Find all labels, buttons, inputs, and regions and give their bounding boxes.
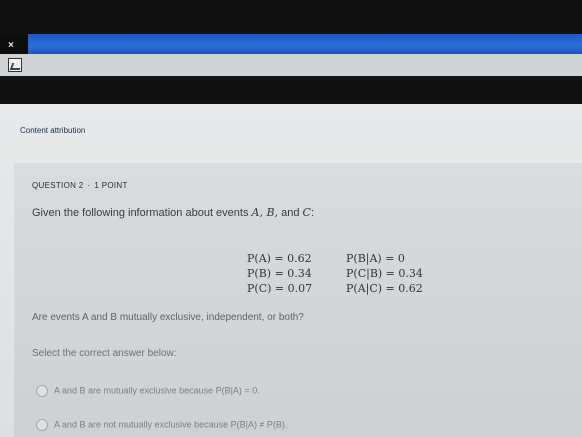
question-number: QUESTION 2 bbox=[32, 181, 84, 190]
given-right-row: P(A|C) = 0.62 bbox=[346, 282, 423, 295]
document-icon[interactable] bbox=[8, 58, 22, 72]
answer-option-2[interactable]: A and B are not mutually exclusive becau… bbox=[36, 419, 287, 431]
intro-last-event: C bbox=[302, 206, 311, 219]
intro-and: and bbox=[278, 207, 303, 219]
intro-events: A, B, bbox=[251, 206, 279, 219]
radio-button[interactable] bbox=[36, 385, 48, 397]
given-left-row: P(A) = 0.62 bbox=[247, 252, 312, 265]
intro-prefix: Given the following information about ev… bbox=[32, 207, 252, 219]
header-separator: · bbox=[87, 181, 91, 190]
question-intro: Given the following information about ev… bbox=[32, 206, 314, 219]
answer-option-1[interactable]: A and B are mutually exclusive because P… bbox=[36, 385, 260, 397]
question-points: 1 POINT bbox=[94, 181, 128, 190]
close-icon[interactable]: × bbox=[8, 40, 14, 51]
given-right-row: P(C|B) = 0.34 bbox=[346, 267, 423, 280]
question-header: QUESTION 2 · 1 POINT bbox=[32, 181, 128, 190]
browser-tab-strip bbox=[28, 34, 582, 54]
given-probabilities-left: P(A) = 0.62 P(B) = 0.34 P(C) = 0.07 bbox=[247, 251, 312, 296]
given-left-row: P(B) = 0.34 bbox=[247, 267, 312, 280]
dark-separator-band bbox=[0, 76, 582, 104]
given-probabilities-right: P(B|A) = 0 P(C|B) = 0.34 P(A|C) = 0.62 bbox=[346, 251, 423, 296]
answer-option-label: A and B are not mutually exclusive becau… bbox=[54, 419, 288, 430]
given-right-row: P(B|A) = 0 bbox=[346, 252, 405, 265]
content-attribution-link[interactable]: Content attribution bbox=[20, 126, 85, 135]
given-left-row: P(C) = 0.07 bbox=[247, 282, 313, 295]
radio-button[interactable] bbox=[36, 419, 48, 431]
toolbar-strip bbox=[0, 54, 582, 76]
answer-option-label: A and B are mutually exclusive because P… bbox=[54, 385, 260, 396]
top-dark-bar bbox=[0, 0, 582, 36]
select-answer-prompt: Select the correct answer below: bbox=[32, 348, 177, 359]
intro-suffix: : bbox=[310, 207, 315, 219]
question-text: Are events A and B mutually exclusive, i… bbox=[32, 312, 304, 323]
